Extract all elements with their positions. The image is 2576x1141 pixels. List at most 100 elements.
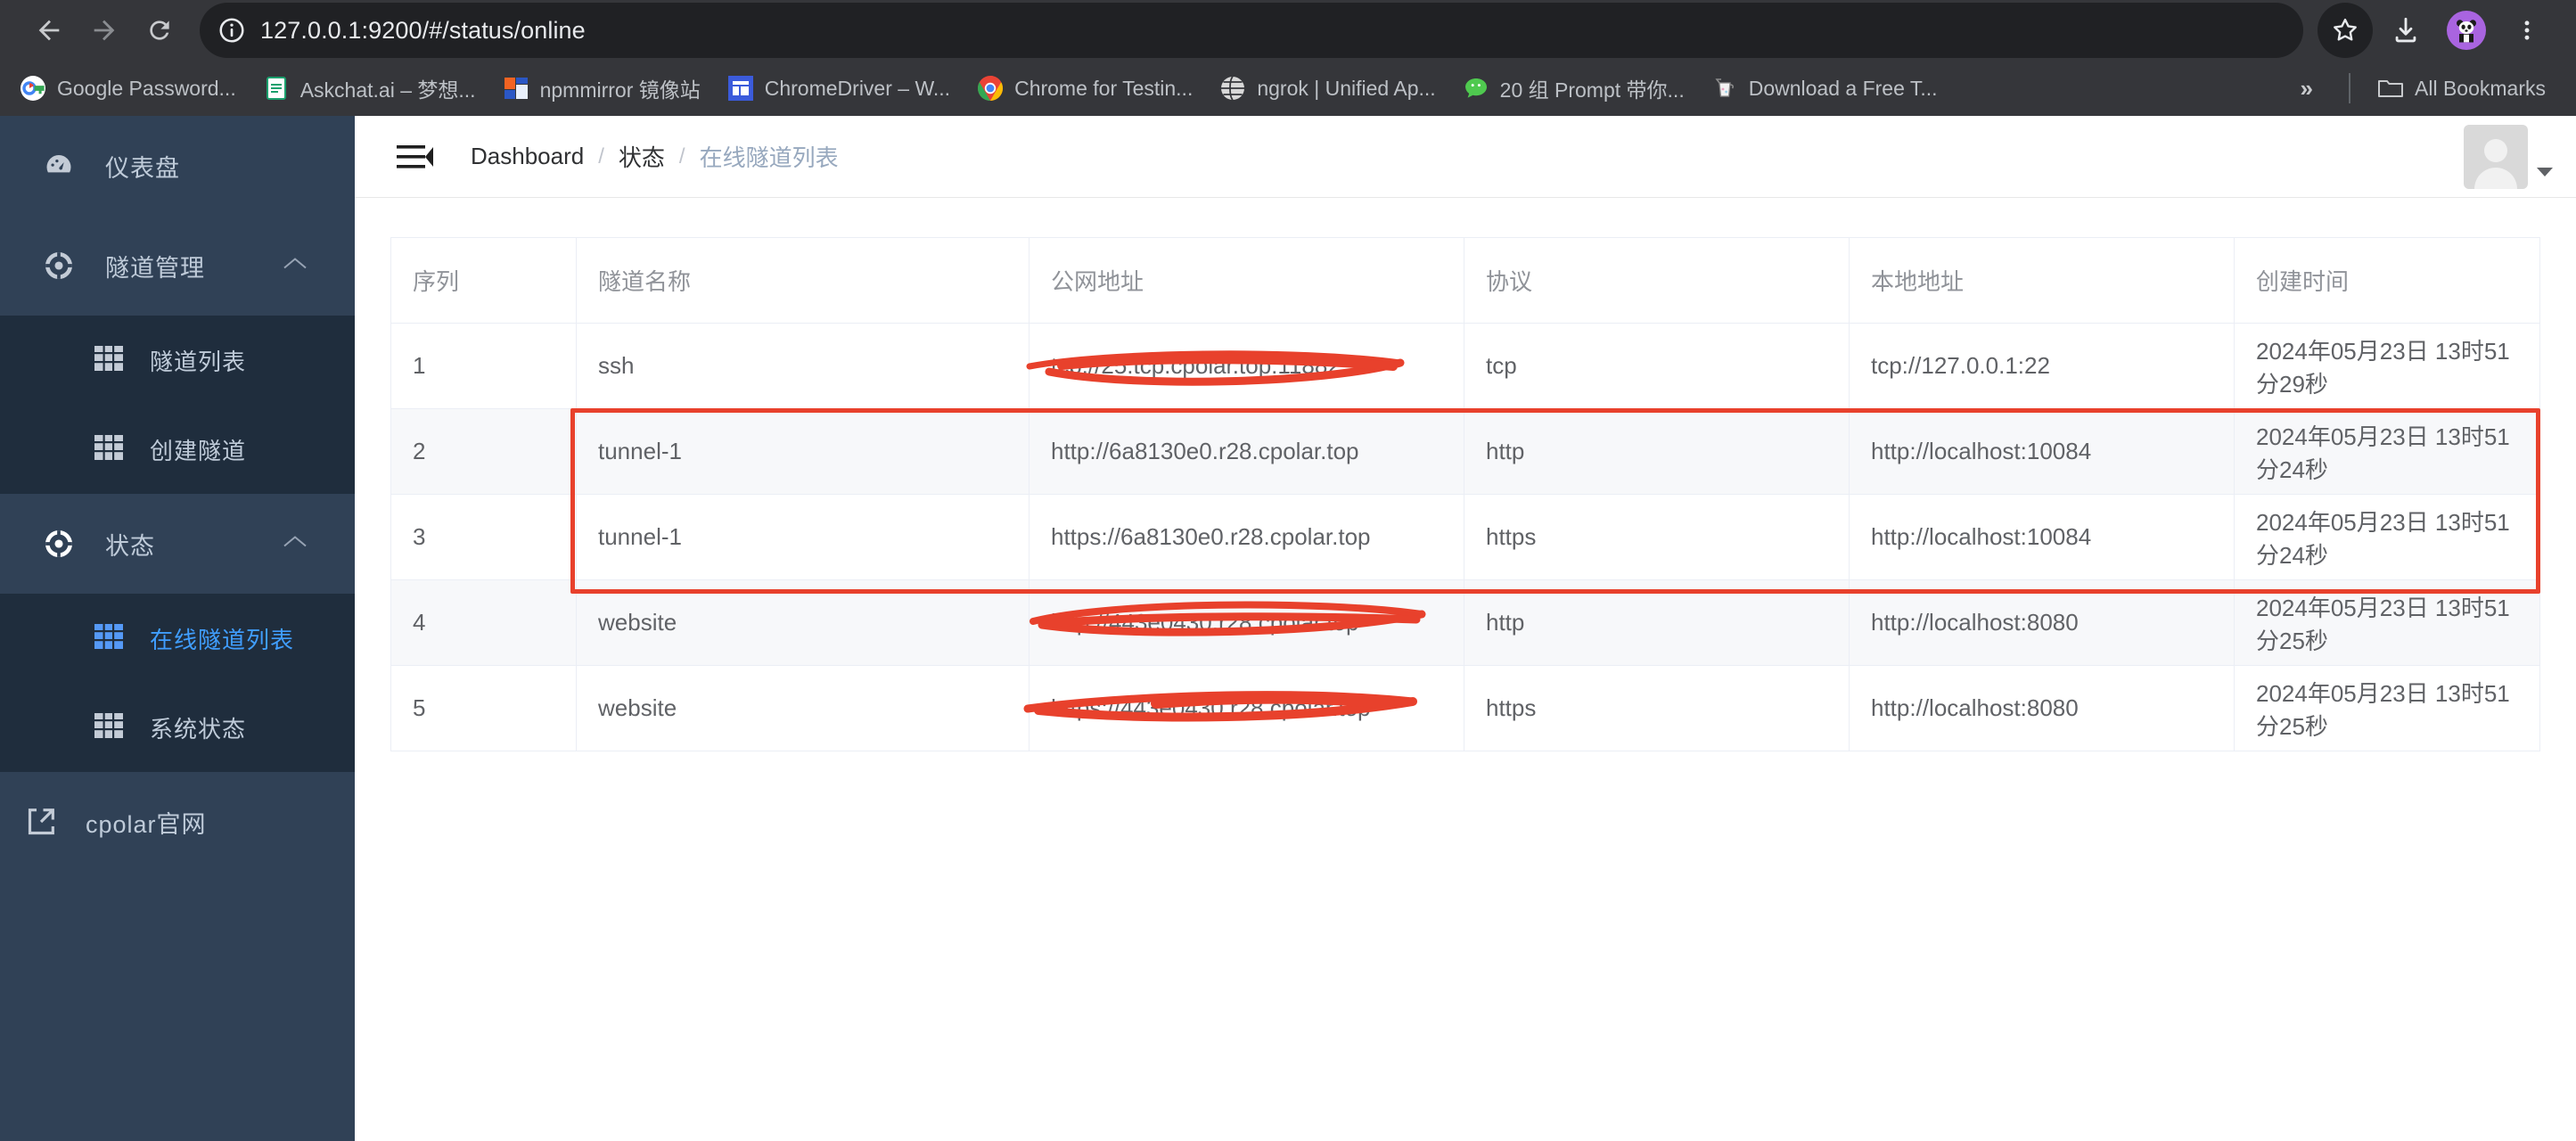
user-menu[interactable]: [2464, 124, 2553, 189]
panda-icon: [2457, 20, 2476, 43]
sidebar-item-cpolar-website[interactable]: cpolar官网: [0, 772, 355, 872]
bookmark-item[interactable]: Chrome for Testin...: [966, 68, 1203, 109]
chevron-up-icon: [282, 534, 308, 554]
bookmark-item[interactable]: npmmirror 镜像站: [492, 68, 711, 109]
address-bar[interactable]: 127.0.0.1:9200/#/status/online: [200, 3, 2303, 58]
bookmark-star-button[interactable]: [2318, 3, 2373, 58]
cell-created-time: 2024年05月23日 13时51分24秒: [2234, 408, 2540, 495]
cell-public-address: https://6a8130e0.r28.cpolar.top: [1029, 494, 1464, 580]
table-row[interactable]: 5 website https://443e0430.r28.cpolar.to…: [390, 665, 2540, 751]
sidebar-submenu-status: 在线隧道列表 系统状态: [0, 594, 355, 772]
bookmark-item[interactable]: Download a Free T...: [1701, 68, 1948, 109]
bookmark-item[interactable]: ChromeDriver – W...: [717, 68, 961, 109]
cell-local-address: tcp://127.0.0.1:22: [1849, 323, 2235, 409]
cell-local-address: http://localhost:8080: [1849, 579, 2235, 666]
address-bar-text: 127.0.0.1:9200/#/status/online: [260, 16, 586, 44]
bookmark-item[interactable]: 20 组 Prompt 带你...: [1452, 68, 1695, 109]
table-row[interactable]: 4 website http://443e0430.r28.cpolar.top: [390, 579, 2540, 666]
wechat-icon: [1463, 75, 1489, 102]
column-header-local: 本地地址: [1849, 237, 2235, 324]
breadcrumb-item-online-tunnel-list: 在线隧道列表: [699, 144, 839, 171]
bookmark-item[interactable]: ngrok | Unified Ap...: [1209, 68, 1446, 109]
top-bar: Dashboard / 状态 / 在线隧道列表: [355, 116, 2576, 198]
downloads-button[interactable]: [2378, 3, 2433, 58]
public-address-text: https://443e0430.r28.cpolar.top: [1051, 694, 1371, 721]
sidebar-item-create-tunnel[interactable]: 创建隧道: [0, 405, 355, 494]
site-info-button[interactable]: [207, 5, 257, 55]
grid-icon: [94, 346, 123, 374]
cell-seq: 2: [390, 408, 577, 495]
bookmarks-divider: [2349, 73, 2351, 103]
table-header-row: 序列 隧道名称 公网地址 协议 本地地址 创建时间: [390, 237, 2540, 324]
table-head: 序列 隧道名称 公网地址 协议 本地地址 创建时间: [390, 237, 2540, 324]
cell-name: ssh: [576, 323, 1030, 409]
ngrok-globe-icon: [1219, 75, 1246, 102]
download-icon: [2395, 17, 2416, 43]
sidebar: 仪表盘 隧道管理 隧道列表 创建隧道 状态 在线隧道列表 系统状态 cpolar…: [0, 116, 355, 1141]
hamburger-fold-icon[interactable]: [394, 136, 435, 177]
all-bookmarks-label: All Bookmarks: [2415, 76, 2546, 100]
bookmarks-bar: Google Password... Askchat.ai – 梦想... np…: [0, 61, 2576, 116]
chromedriver-icon: [727, 75, 754, 102]
cell-seq: 5: [390, 665, 577, 751]
bookmark-item[interactable]: Askchat.ai – 梦想...: [252, 68, 487, 109]
breadcrumb-item-status[interactable]: 状态: [619, 140, 665, 173]
back-arrow-icon: [38, 20, 60, 41]
column-header-created: 创建时间: [2234, 237, 2540, 324]
chevron-down-icon: [2537, 167, 2553, 176]
folder-icon: [2377, 75, 2404, 102]
table-body: 1 ssh tcp://25.tcp.cpolar.top:11882 tcp …: [390, 323, 2540, 751]
column-header-seq: 序列: [390, 237, 577, 324]
grid-icon: [94, 713, 123, 742]
breadcrumb-separator: /: [598, 144, 604, 168]
sidebar-group-label: 状态: [105, 532, 155, 560]
bookmarks-overflow-button[interactable]: »: [2281, 75, 2333, 103]
profile-button[interactable]: [2439, 3, 2494, 58]
tunnels-table-wrapper: 序列 隧道名称 公网地址 协议 本地地址 创建时间 1 ssh tcp://25…: [390, 237, 2540, 751]
table-row[interactable]: 1 ssh tcp://25.tcp.cpolar.top:11882 tcp …: [390, 323, 2540, 409]
back-button[interactable]: [21, 3, 77, 58]
sidebar-group-status[interactable]: 状态: [0, 494, 355, 594]
cell-protocol: http: [1464, 408, 1850, 495]
askchat-doc-icon: [263, 75, 290, 102]
sidebar-subitem-label: 系统状态: [150, 715, 247, 743]
reload-button[interactable]: [132, 3, 187, 58]
avatar: [2464, 124, 2528, 189]
chrome-menu-button[interactable]: [2499, 3, 2555, 58]
cell-protocol: https: [1464, 665, 1850, 751]
grid-icon: [94, 435, 123, 464]
chevron-up-icon: [282, 256, 308, 276]
sidebar-item-system-status[interactable]: 系统状态: [0, 683, 355, 772]
all-bookmarks-button[interactable]: All Bookmarks: [2367, 68, 2556, 109]
bookmark-label: Chrome for Testin...: [1014, 76, 1194, 100]
toolbar-actions: [2312, 3, 2555, 58]
forward-button[interactable]: [77, 3, 132, 58]
sidebar-item-tunnel-list[interactable]: 隧道列表: [0, 316, 355, 405]
table-row[interactable]: 3 tunnel-1 https://6a8130e0.r28.cpolar.t…: [390, 494, 2540, 580]
reload-icon: [150, 21, 169, 40]
cell-public-address: http://6a8130e0.r28.cpolar.top: [1029, 408, 1464, 495]
sidebar-item-dashboard[interactable]: 仪表盘: [0, 116, 355, 216]
dashboard-gauge-icon: [43, 150, 75, 182]
sidebar-subitem-label: 在线隧道列表: [150, 626, 295, 653]
table-row[interactable]: 2 tunnel-1 http://6a8130e0.r28.cpolar.to…: [390, 408, 2540, 495]
bookmark-label: Askchat.ai – 梦想...: [299, 78, 476, 102]
breadcrumb-item-dashboard[interactable]: Dashboard: [471, 143, 584, 170]
chrome-icon: [977, 75, 1004, 102]
cell-name: tunnel-1: [576, 408, 1030, 495]
sidebar-group-tunnel-manage[interactable]: 隧道管理: [0, 216, 355, 316]
cell-protocol: https: [1464, 494, 1850, 580]
star-icon: [2334, 18, 2357, 41]
forward-arrow-icon: [94, 20, 115, 41]
bookmark-item[interactable]: Google Password...: [9, 68, 247, 109]
column-header-public: 公网地址: [1029, 237, 1464, 324]
public-address-text: tcp://25.tcp.cpolar.top:11882: [1051, 352, 1341, 379]
main-area: Dashboard / 状态 / 在线隧道列表 序列 隧道名称 公网地址 协议 …: [355, 116, 2576, 1141]
sidebar-item-online-tunnel-list[interactable]: 在线隧道列表: [0, 594, 355, 683]
browser-chrome: 127.0.0.1:9200/#/status/online Google Pa…: [0, 0, 2576, 116]
teapot-icon: [1711, 75, 1738, 102]
app-root: 仪表盘 隧道管理 隧道列表 创建隧道 状态 在线隧道列表 系统状态 cpolar…: [0, 116, 2576, 1141]
browser-toolbar: 127.0.0.1:9200/#/status/online: [0, 0, 2576, 61]
bookmark-label: ngrok | Unified Ap...: [1257, 76, 1436, 100]
cell-seq: 1: [390, 323, 577, 409]
